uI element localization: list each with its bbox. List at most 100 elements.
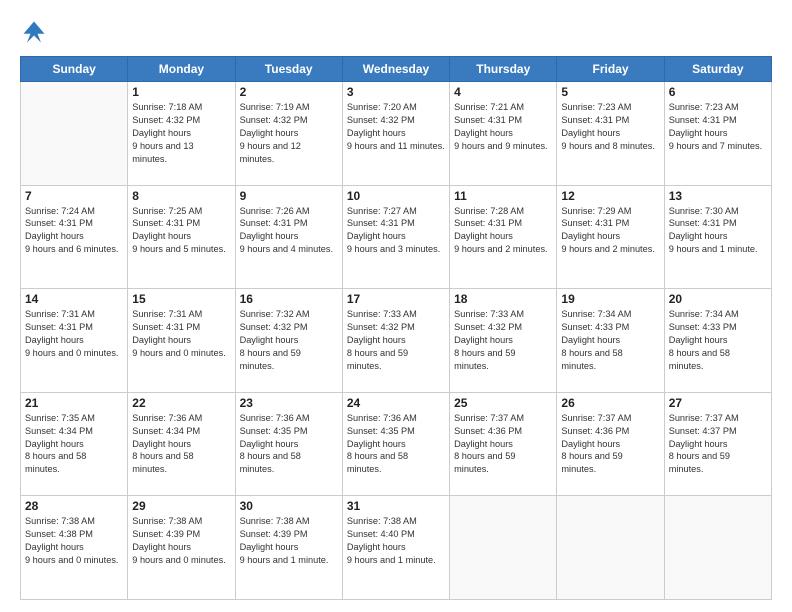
calendar-cell: 12 Sunrise: 7:29 AM Sunset: 4:31 PM Dayl… xyxy=(557,185,664,289)
calendar-cell: 26 Sunrise: 7:37 AM Sunset: 4:36 PM Dayl… xyxy=(557,392,664,496)
day-number: 26 xyxy=(561,396,659,410)
calendar-cell xyxy=(450,496,557,600)
day-number: 28 xyxy=(25,499,123,513)
calendar-week-row: 7 Sunrise: 7:24 AM Sunset: 4:31 PM Dayli… xyxy=(21,185,772,289)
day-info: Sunrise: 7:38 AM Sunset: 4:39 PM Dayligh… xyxy=(240,515,338,567)
day-info: Sunrise: 7:20 AM Sunset: 4:32 PM Dayligh… xyxy=(347,101,445,153)
day-number: 24 xyxy=(347,396,445,410)
calendar-cell xyxy=(557,496,664,600)
calendar-week-row: 1 Sunrise: 7:18 AM Sunset: 4:32 PM Dayli… xyxy=(21,82,772,186)
calendar-week-row: 14 Sunrise: 7:31 AM Sunset: 4:31 PM Dayl… xyxy=(21,289,772,393)
calendar-cell: 30 Sunrise: 7:38 AM Sunset: 4:39 PM Dayl… xyxy=(235,496,342,600)
logo xyxy=(20,18,52,46)
day-info: Sunrise: 7:37 AM Sunset: 4:37 PM Dayligh… xyxy=(669,412,767,476)
weekday-header: Tuesday xyxy=(235,57,342,82)
calendar-cell: 13 Sunrise: 7:30 AM Sunset: 4:31 PM Dayl… xyxy=(664,185,771,289)
day-info: Sunrise: 7:36 AM Sunset: 4:35 PM Dayligh… xyxy=(240,412,338,476)
day-number: 16 xyxy=(240,292,338,306)
day-info: Sunrise: 7:19 AM Sunset: 4:32 PM Dayligh… xyxy=(240,101,338,165)
calendar-cell: 4 Sunrise: 7:21 AM Sunset: 4:31 PM Dayli… xyxy=(450,82,557,186)
day-info: Sunrise: 7:34 AM Sunset: 4:33 PM Dayligh… xyxy=(669,308,767,372)
day-info: Sunrise: 7:34 AM Sunset: 4:33 PM Dayligh… xyxy=(561,308,659,372)
calendar-cell: 10 Sunrise: 7:27 AM Sunset: 4:31 PM Dayl… xyxy=(342,185,449,289)
day-number: 3 xyxy=(347,85,445,99)
calendar-cell: 23 Sunrise: 7:36 AM Sunset: 4:35 PM Dayl… xyxy=(235,392,342,496)
day-number: 20 xyxy=(669,292,767,306)
day-number: 19 xyxy=(561,292,659,306)
calendar-cell: 28 Sunrise: 7:38 AM Sunset: 4:38 PM Dayl… xyxy=(21,496,128,600)
day-number: 13 xyxy=(669,189,767,203)
calendar-cell: 27 Sunrise: 7:37 AM Sunset: 4:37 PM Dayl… xyxy=(664,392,771,496)
calendar-cell: 24 Sunrise: 7:36 AM Sunset: 4:35 PM Dayl… xyxy=(342,392,449,496)
day-info: Sunrise: 7:33 AM Sunset: 4:32 PM Dayligh… xyxy=(454,308,552,372)
day-number: 2 xyxy=(240,85,338,99)
calendar-week-row: 21 Sunrise: 7:35 AM Sunset: 4:34 PM Dayl… xyxy=(21,392,772,496)
day-info: Sunrise: 7:37 AM Sunset: 4:36 PM Dayligh… xyxy=(561,412,659,476)
day-info: Sunrise: 7:25 AM Sunset: 4:31 PM Dayligh… xyxy=(132,205,230,257)
day-info: Sunrise: 7:31 AM Sunset: 4:31 PM Dayligh… xyxy=(132,308,230,360)
day-info: Sunrise: 7:36 AM Sunset: 4:34 PM Dayligh… xyxy=(132,412,230,476)
calendar-cell: 2 Sunrise: 7:19 AM Sunset: 4:32 PM Dayli… xyxy=(235,82,342,186)
calendar-cell: 11 Sunrise: 7:28 AM Sunset: 4:31 PM Dayl… xyxy=(450,185,557,289)
day-number: 25 xyxy=(454,396,552,410)
calendar-cell xyxy=(21,82,128,186)
day-number: 15 xyxy=(132,292,230,306)
calendar-cell: 31 Sunrise: 7:38 AM Sunset: 4:40 PM Dayl… xyxy=(342,496,449,600)
day-info: Sunrise: 7:27 AM Sunset: 4:31 PM Dayligh… xyxy=(347,205,445,257)
day-number: 31 xyxy=(347,499,445,513)
day-info: Sunrise: 7:18 AM Sunset: 4:32 PM Dayligh… xyxy=(132,101,230,165)
header xyxy=(20,18,772,46)
day-info: Sunrise: 7:38 AM Sunset: 4:38 PM Dayligh… xyxy=(25,515,123,567)
day-info: Sunrise: 7:28 AM Sunset: 4:31 PM Dayligh… xyxy=(454,205,552,257)
day-info: Sunrise: 7:36 AM Sunset: 4:35 PM Dayligh… xyxy=(347,412,445,476)
day-info: Sunrise: 7:29 AM Sunset: 4:31 PM Dayligh… xyxy=(561,205,659,257)
calendar-cell: 19 Sunrise: 7:34 AM Sunset: 4:33 PM Dayl… xyxy=(557,289,664,393)
calendar-cell: 29 Sunrise: 7:38 AM Sunset: 4:39 PM Dayl… xyxy=(128,496,235,600)
day-info: Sunrise: 7:33 AM Sunset: 4:32 PM Dayligh… xyxy=(347,308,445,372)
day-info: Sunrise: 7:24 AM Sunset: 4:31 PM Dayligh… xyxy=(25,205,123,257)
day-number: 6 xyxy=(669,85,767,99)
calendar-cell: 16 Sunrise: 7:32 AM Sunset: 4:32 PM Dayl… xyxy=(235,289,342,393)
day-number: 12 xyxy=(561,189,659,203)
calendar-cell: 6 Sunrise: 7:23 AM Sunset: 4:31 PM Dayli… xyxy=(664,82,771,186)
logo-icon xyxy=(20,18,48,46)
day-info: Sunrise: 7:21 AM Sunset: 4:31 PM Dayligh… xyxy=(454,101,552,153)
day-number: 23 xyxy=(240,396,338,410)
day-number: 17 xyxy=(347,292,445,306)
calendar-cell: 8 Sunrise: 7:25 AM Sunset: 4:31 PM Dayli… xyxy=(128,185,235,289)
day-number: 22 xyxy=(132,396,230,410)
day-info: Sunrise: 7:32 AM Sunset: 4:32 PM Dayligh… xyxy=(240,308,338,372)
calendar-cell: 9 Sunrise: 7:26 AM Sunset: 4:31 PM Dayli… xyxy=(235,185,342,289)
day-info: Sunrise: 7:23 AM Sunset: 4:31 PM Dayligh… xyxy=(561,101,659,153)
day-number: 21 xyxy=(25,396,123,410)
day-info: Sunrise: 7:30 AM Sunset: 4:31 PM Dayligh… xyxy=(669,205,767,257)
weekday-header: Thursday xyxy=(450,57,557,82)
day-number: 29 xyxy=(132,499,230,513)
day-info: Sunrise: 7:38 AM Sunset: 4:40 PM Dayligh… xyxy=(347,515,445,567)
day-number: 14 xyxy=(25,292,123,306)
calendar-cell: 5 Sunrise: 7:23 AM Sunset: 4:31 PM Dayli… xyxy=(557,82,664,186)
day-number: 27 xyxy=(669,396,767,410)
day-info: Sunrise: 7:31 AM Sunset: 4:31 PM Dayligh… xyxy=(25,308,123,360)
day-number: 18 xyxy=(454,292,552,306)
day-number: 10 xyxy=(347,189,445,203)
day-info: Sunrise: 7:38 AM Sunset: 4:39 PM Dayligh… xyxy=(132,515,230,567)
weekday-header: Wednesday xyxy=(342,57,449,82)
calendar-cell: 18 Sunrise: 7:33 AM Sunset: 4:32 PM Dayl… xyxy=(450,289,557,393)
day-info: Sunrise: 7:35 AM Sunset: 4:34 PM Dayligh… xyxy=(25,412,123,476)
day-number: 4 xyxy=(454,85,552,99)
calendar-cell: 1 Sunrise: 7:18 AM Sunset: 4:32 PM Dayli… xyxy=(128,82,235,186)
day-number: 7 xyxy=(25,189,123,203)
weekday-header: Monday xyxy=(128,57,235,82)
weekday-header-row: SundayMondayTuesdayWednesdayThursdayFrid… xyxy=(21,57,772,82)
weekday-header: Sunday xyxy=(21,57,128,82)
day-number: 9 xyxy=(240,189,338,203)
calendar-cell: 22 Sunrise: 7:36 AM Sunset: 4:34 PM Dayl… xyxy=(128,392,235,496)
day-number: 8 xyxy=(132,189,230,203)
calendar-table: SundayMondayTuesdayWednesdayThursdayFrid… xyxy=(20,56,772,600)
calendar-cell xyxy=(664,496,771,600)
day-info: Sunrise: 7:37 AM Sunset: 4:36 PM Dayligh… xyxy=(454,412,552,476)
calendar-cell: 14 Sunrise: 7:31 AM Sunset: 4:31 PM Dayl… xyxy=(21,289,128,393)
calendar-cell: 17 Sunrise: 7:33 AM Sunset: 4:32 PM Dayl… xyxy=(342,289,449,393)
day-number: 5 xyxy=(561,85,659,99)
